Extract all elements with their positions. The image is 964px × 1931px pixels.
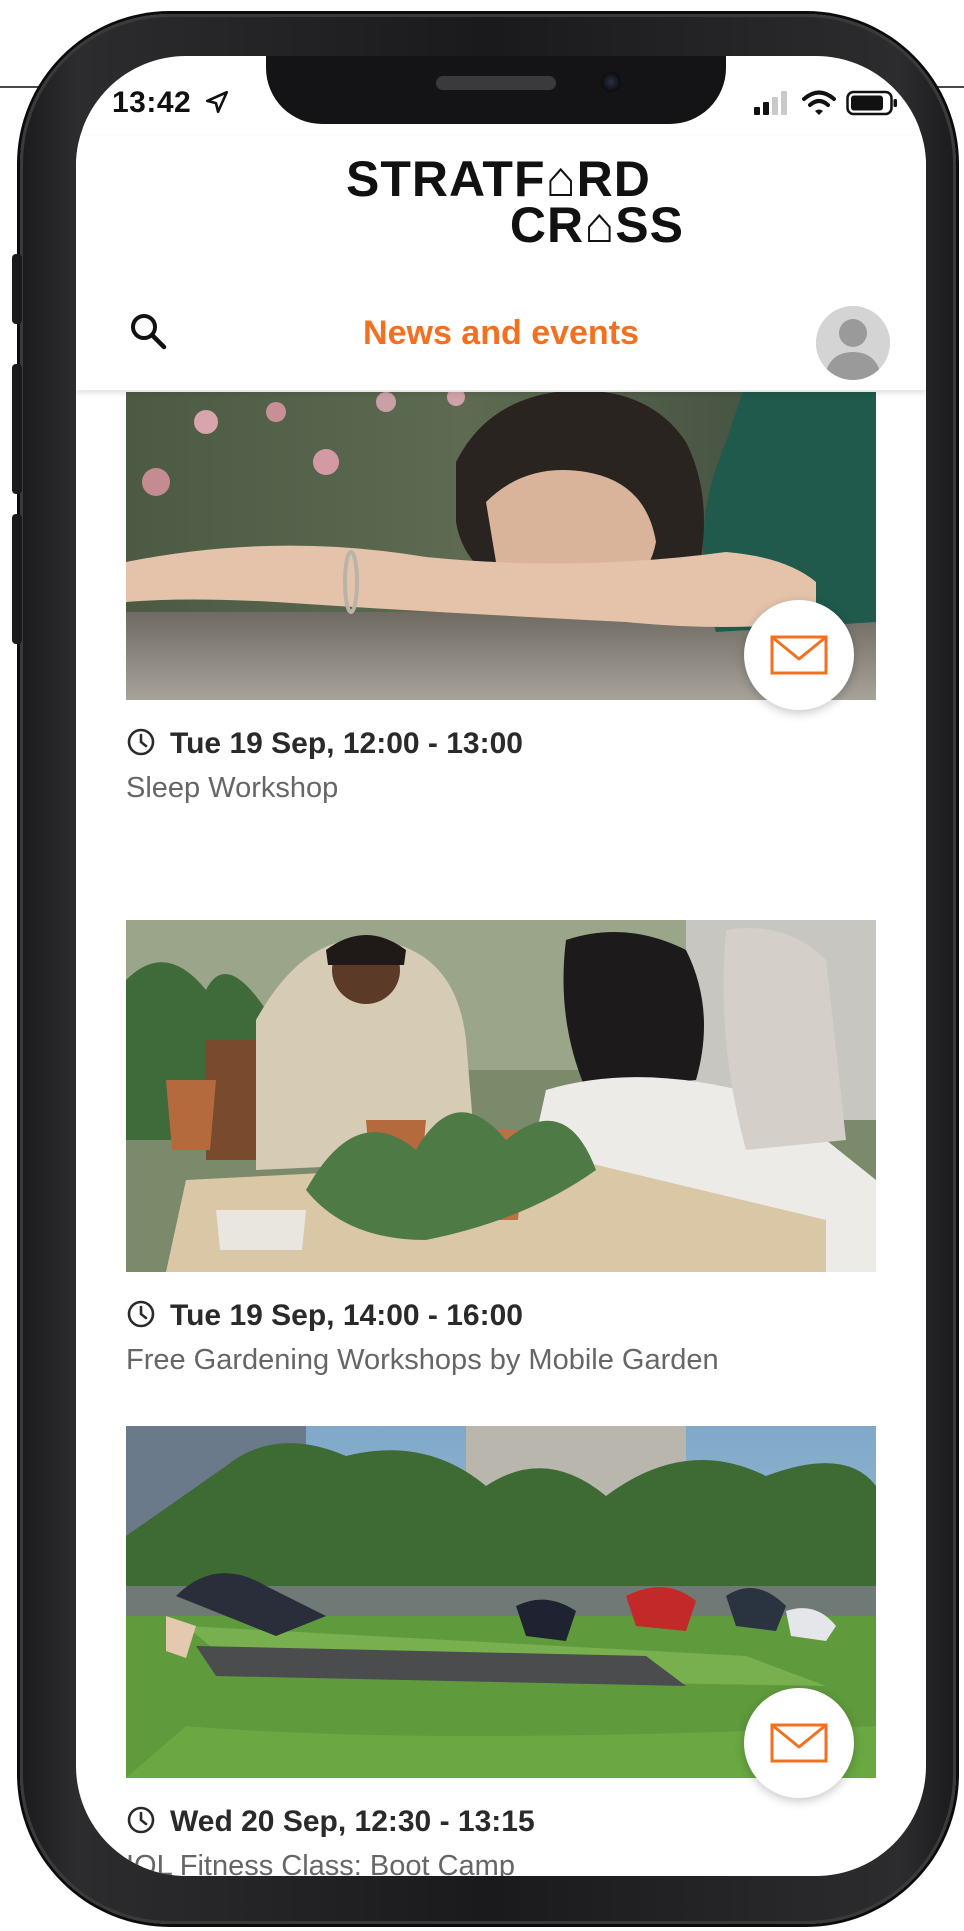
status-bar-time: 13:42 — [112, 86, 230, 123]
battery-icon — [846, 90, 898, 121]
event-datetime: Wed 20 Sep, 12:30 - 13:15 — [170, 1805, 535, 1838]
stratford-cross-logo: STRATF⌂RD CR⌂SS — [346, 151, 686, 253]
event-datetime: Tue 19 Sep, 12:00 - 13:00 — [170, 727, 523, 760]
notch — [266, 56, 726, 124]
user-avatar-icon — [816, 306, 890, 380]
front-camera — [601, 72, 621, 92]
event-card[interactable]: Tue 19 Sep, 14:00 - 16:00 Free Gardening… — [126, 920, 876, 1377]
event-card[interactable]: Wed 20 Sep, 12:30 - 13:15 IQL Fitness Cl… — [126, 1426, 876, 1876]
page: 13:42 STRATF⌂RD CR⌂SS News and events Tu… — [0, 0, 964, 1931]
logo-line-1: STRATF⌂RD — [346, 151, 651, 207]
speaker-grille — [436, 76, 556, 90]
user-avatar-button[interactable] — [816, 306, 890, 380]
search-icon — [128, 311, 168, 356]
signal-icon — [754, 91, 792, 120]
wifi-icon — [802, 90, 836, 121]
clock-icon — [126, 1299, 156, 1334]
status-bar-icons — [754, 90, 898, 121]
event-time-row: Tue 19 Sep, 14:00 - 16:00 — [126, 1298, 876, 1334]
mail-button[interactable] — [744, 600, 854, 710]
mail-button[interactable] — [744, 1688, 854, 1798]
event-datetime: Tue 19 Sep, 14:00 - 16:00 — [170, 1299, 523, 1332]
search-button[interactable] — [126, 311, 170, 355]
mail-icon — [770, 635, 828, 675]
clock-icon — [126, 1805, 156, 1840]
phone-screen: 13:42 STRATF⌂RD CR⌂SS News and events Tu… — [76, 56, 926, 1876]
page-title: News and events — [363, 314, 639, 352]
volume-up-button — [12, 364, 22, 494]
event-title: Sleep Workshop — [126, 772, 339, 804]
volume-down-button — [12, 514, 22, 644]
mail-icon — [770, 1723, 828, 1763]
clock-icon — [126, 727, 156, 762]
event-time-row: Tue 19 Sep, 12:00 - 13:00 — [126, 726, 876, 762]
event-image-gardening-workshop[interactable] — [126, 920, 876, 1272]
event-card[interactable]: Tue 19 Sep, 12:00 - 13:00 Sleep Workshop — [126, 392, 876, 805]
location-arrow-icon — [204, 89, 230, 123]
event-title: Free Gardening Workshops by Mobile Garde… — [126, 1344, 719, 1376]
events-list[interactable]: Tue 19 Sep, 12:00 - 13:00 Sleep Workshop — [76, 392, 926, 1876]
status-time-text: 13:42 — [112, 86, 192, 119]
event-time-row: Wed 20 Sep, 12:30 - 13:15 — [126, 1804, 876, 1840]
mute-switch — [12, 254, 22, 324]
event-title: IQL Fitness Class: Boot Camp — [126, 1850, 515, 1876]
logo-line-2: CR⌂SS — [509, 197, 684, 253]
